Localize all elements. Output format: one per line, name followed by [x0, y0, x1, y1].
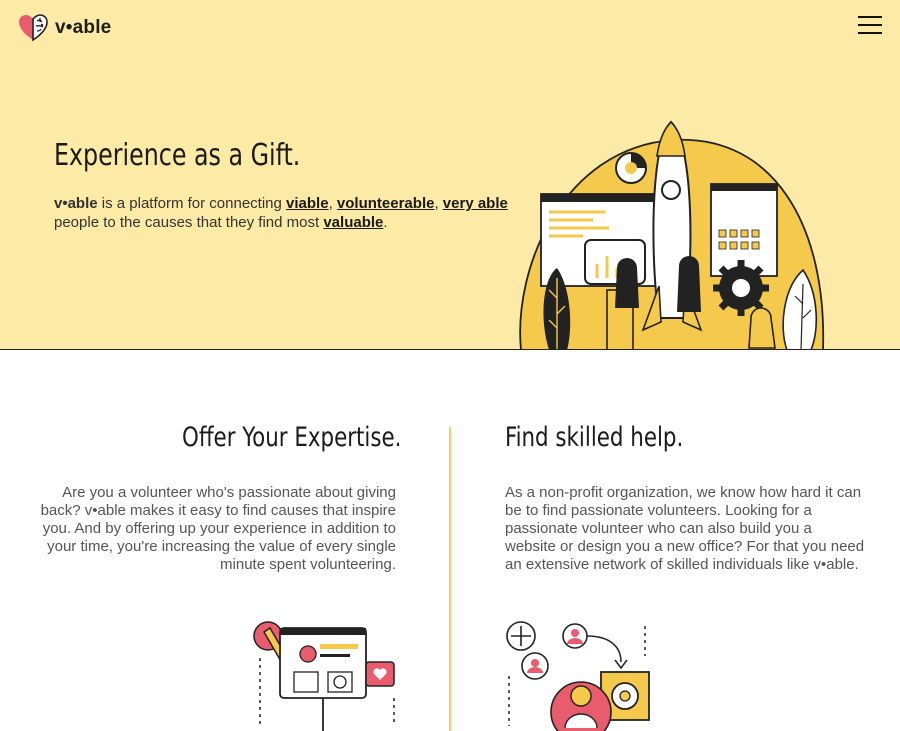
intro-text: people to the causes that they find most [54, 214, 324, 231]
find-help-text: As a non-profit organization, we know ho… [505, 484, 865, 573]
intro-text: is a platform for connecting [97, 195, 287, 212]
hamburger-menu-icon-line [858, 24, 882, 26]
hero-title: Experience as a Gift. [54, 138, 301, 173]
hamburger-menu-icon [858, 16, 882, 18]
hero-intro: v•able is a platform for connecting viab… [54, 194, 524, 232]
rocket-team-illustration [519, 120, 825, 349]
logo[interactable]: v•able [18, 14, 111, 42]
brand-name: v•able [54, 195, 98, 212]
separator: , [434, 195, 443, 212]
separator: , [328, 195, 337, 212]
volunteer-profile-illustration [253, 621, 395, 731]
find-help-title: Find skilled help. [505, 422, 684, 453]
heart-brain-icon [19, 14, 48, 42]
network-gear-illustration [506, 621, 650, 731]
period: . [383, 214, 388, 231]
offer-expertise-text: Are you a volunteer who's passionate abo… [40, 484, 396, 573]
offer-expertise-title: Offer Your Expertise. [182, 422, 402, 453]
hamburger-menu-icon-line [858, 32, 882, 34]
link-viable[interactable]: viable [286, 195, 329, 212]
link-valuable[interactable]: valuable [323, 214, 383, 231]
logo-text: v•able [55, 17, 112, 38]
link-very-able[interactable]: very able [443, 195, 508, 212]
column-divider [449, 427, 451, 731]
hamburger-menu-button[interactable] [858, 16, 882, 36]
link-volunteerable[interactable]: volunteerable [337, 195, 435, 212]
hero-section: v•able Experience as a Gift. v•able is a… [0, 0, 900, 350]
